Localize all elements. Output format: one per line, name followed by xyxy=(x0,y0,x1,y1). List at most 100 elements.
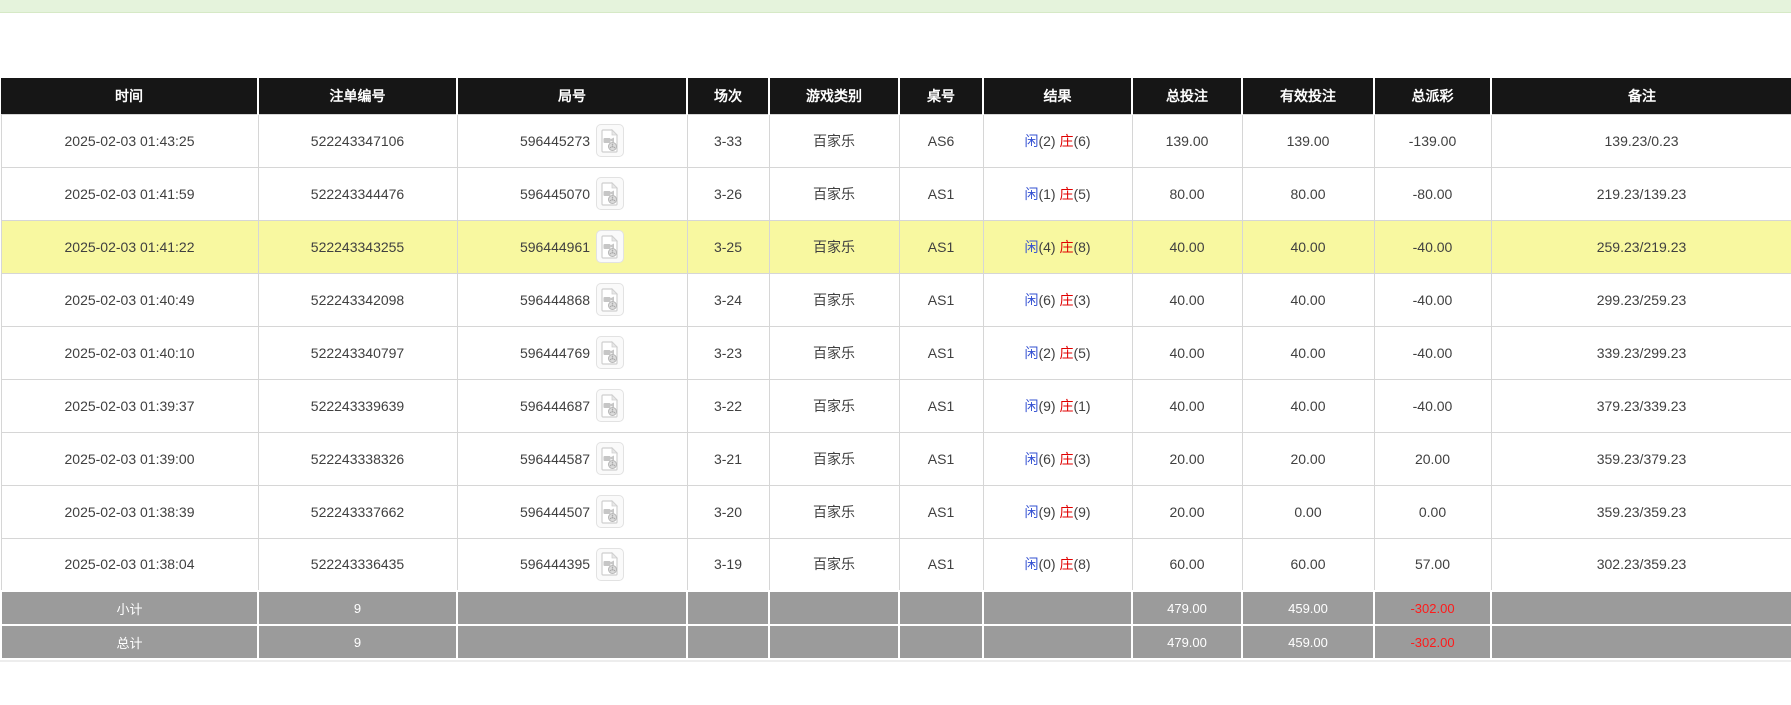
cell-valid-bet: 40.00 xyxy=(1242,379,1374,432)
cell-payout: -40.00 xyxy=(1374,379,1491,432)
cell-payout: -40.00 xyxy=(1374,220,1491,273)
cell-bet-id: 522243339639 xyxy=(258,379,457,432)
result-banker-count: (3) xyxy=(1073,292,1090,308)
summary-total-bet: 479.00 xyxy=(1132,591,1242,625)
video-playback-button[interactable] xyxy=(596,548,624,581)
result-banker-label: 庄 xyxy=(1059,239,1073,255)
result-player-count: (9) xyxy=(1038,398,1059,414)
column-header-remark: 备注 xyxy=(1491,78,1791,114)
result-banker-label: 庄 xyxy=(1059,345,1073,361)
cell-session: 3-25 xyxy=(687,220,769,273)
result-player-count: (2) xyxy=(1038,133,1059,149)
video-playback-icon xyxy=(600,288,620,312)
cell-result: 闲(2) 庄(6) xyxy=(983,114,1132,167)
cell-time: 2025-02-03 01:40:10 xyxy=(1,326,258,379)
summary-label: 总计 xyxy=(1,625,258,659)
bet-record-row[interactable]: 2025-02-03 01:41:22522243343255596444961… xyxy=(1,220,1791,273)
summary-round xyxy=(457,591,687,625)
cell-table-no: AS1 xyxy=(899,167,983,220)
round-wrap: 596445273 xyxy=(520,124,624,157)
cell-remark: 259.23/219.23 xyxy=(1491,220,1791,273)
cell-result: 闲(4) 庄(8) xyxy=(983,220,1132,273)
column-header-total-bet: 总投注 xyxy=(1132,78,1242,114)
result-player-count: (6) xyxy=(1038,292,1059,308)
video-playback-button[interactable] xyxy=(596,495,624,528)
cell-game-type: 百家乐 xyxy=(769,273,899,326)
summary-remark xyxy=(1491,625,1791,659)
round-number: 596444961 xyxy=(520,239,590,255)
video-playback-icon xyxy=(600,500,620,524)
cell-remark: 139.23/0.23 xyxy=(1491,114,1791,167)
result-player-count: (1) xyxy=(1038,186,1059,202)
bet-record-row[interactable]: 2025-02-03 01:38:39522243337662596444507… xyxy=(1,485,1791,538)
cell-round: 596444868 xyxy=(457,273,687,326)
cell-game-type: 百家乐 xyxy=(769,432,899,485)
column-header-time: 时间 xyxy=(1,78,258,114)
result-player-count: (9) xyxy=(1038,504,1059,520)
cell-table-no: AS6 xyxy=(899,114,983,167)
summary-session xyxy=(687,591,769,625)
result-player-count: (2) xyxy=(1038,345,1059,361)
video-playback-button[interactable] xyxy=(596,442,624,475)
round-wrap: 596445070 xyxy=(520,177,624,210)
cell-game-type: 百家乐 xyxy=(769,326,899,379)
video-playback-icon xyxy=(600,235,620,259)
cell-table-no: AS1 xyxy=(899,326,983,379)
bet-record-row[interactable]: 2025-02-03 01:38:04522243336435596444395… xyxy=(1,538,1791,591)
bet-record-row[interactable]: 2025-02-03 01:39:00522243338326596444587… xyxy=(1,432,1791,485)
table-header-row: 时间 注单编号 局号 场次 游戏类别 桌号 结果 总投注 有效投注 总派彩 备注 xyxy=(1,78,1791,114)
cell-time: 2025-02-03 01:39:37 xyxy=(1,379,258,432)
cell-payout: -80.00 xyxy=(1374,167,1491,220)
top-announcement-bar xyxy=(0,0,1791,13)
cell-remark: 219.23/139.23 xyxy=(1491,167,1791,220)
round-number: 596444769 xyxy=(520,345,590,361)
cell-round: 596445273 xyxy=(457,114,687,167)
cell-total-bet: 80.00 xyxy=(1132,167,1242,220)
round-number: 596444687 xyxy=(520,398,590,414)
round-number: 596444868 xyxy=(520,292,590,308)
cell-valid-bet: 0.00 xyxy=(1242,485,1374,538)
summary-game-type xyxy=(769,625,899,659)
video-playback-icon xyxy=(600,341,620,365)
video-playback-button[interactable] xyxy=(596,177,624,210)
bet-record-row[interactable]: 2025-02-03 01:43:25522243347106596445273… xyxy=(1,114,1791,167)
summary-round xyxy=(457,625,687,659)
video-playback-button[interactable] xyxy=(596,336,624,369)
cell-result: 闲(6) 庄(3) xyxy=(983,432,1132,485)
cell-valid-bet: 60.00 xyxy=(1242,538,1374,591)
video-playback-button[interactable] xyxy=(596,283,624,316)
cell-session: 3-23 xyxy=(687,326,769,379)
cell-total-bet: 40.00 xyxy=(1132,220,1242,273)
column-header-valid-bet: 有效投注 xyxy=(1242,78,1374,114)
column-header-round: 局号 xyxy=(457,78,687,114)
bet-record-row[interactable]: 2025-02-03 01:40:49522243342098596444868… xyxy=(1,273,1791,326)
round-wrap: 596444961 xyxy=(520,230,624,263)
bet-record-row[interactable]: 2025-02-03 01:41:59522243344476596445070… xyxy=(1,167,1791,220)
round-wrap: 596444587 xyxy=(520,442,624,475)
cell-round: 596444507 xyxy=(457,485,687,538)
round-wrap: 596444769 xyxy=(520,336,624,369)
cell-round: 596444769 xyxy=(457,326,687,379)
cell-time: 2025-02-03 01:38:04 xyxy=(1,538,258,591)
cell-session: 3-33 xyxy=(687,114,769,167)
cell-game-type: 百家乐 xyxy=(769,114,899,167)
cell-bet-id: 522243343255 xyxy=(258,220,457,273)
bet-record-row[interactable]: 2025-02-03 01:39:37522243339639 596444687… xyxy=(1,379,1791,432)
cell-remark: 359.23/359.23 xyxy=(1491,485,1791,538)
summary-session xyxy=(687,625,769,659)
video-playback-button[interactable] xyxy=(596,230,624,263)
round-number: 596444587 xyxy=(520,451,590,467)
cell-valid-bet: 40.00 xyxy=(1242,273,1374,326)
cell-total-bet: 40.00 xyxy=(1132,379,1242,432)
result-player-label: 闲 xyxy=(1024,292,1038,308)
cell-session: 3-21 xyxy=(687,432,769,485)
cell-total-bet: 20.00 xyxy=(1132,485,1242,538)
video-playback-icon xyxy=(600,394,620,418)
cell-table-no: AS1 xyxy=(899,485,983,538)
round-wrap: 596444687 xyxy=(520,389,624,422)
bet-records-section: 时间 注单编号 局号 场次 游戏类别 桌号 结果 总投注 有效投注 总派彩 备注… xyxy=(0,78,1791,662)
video-playback-button[interactable] xyxy=(596,389,624,422)
bet-record-row[interactable]: 2025-02-03 01:40:10522243340797596444769… xyxy=(1,326,1791,379)
video-playback-button[interactable] xyxy=(596,124,624,157)
round-wrap: 596444868 xyxy=(520,283,624,316)
